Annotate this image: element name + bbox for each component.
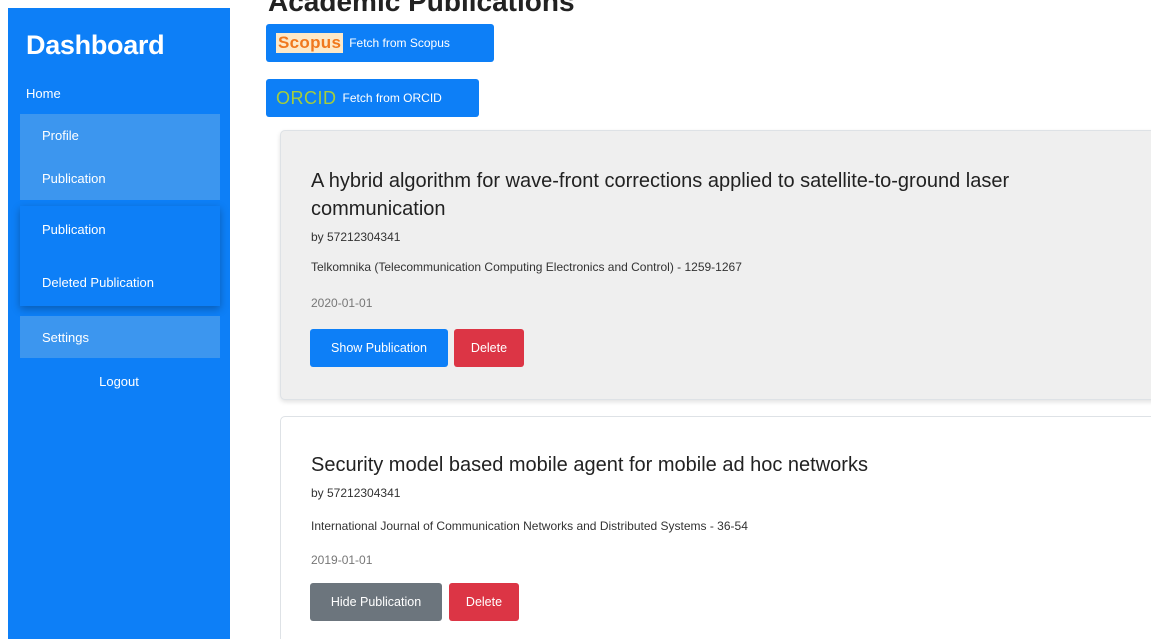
fetch-scopus-button[interactable]: Scopus Fetch from Scopus — [266, 24, 494, 62]
delete-button[interactable]: Delete — [449, 583, 519, 621]
sidebar-dropdown-menu: Publication Deleted Publication — [20, 206, 220, 306]
orcid-logo-icon: ORCID — [276, 88, 337, 108]
sidebar-item-publication-group[interactable]: Publication — [42, 171, 106, 186]
fetch-orcid-label: Fetch from ORCID — [342, 91, 442, 105]
publication-card: Security model based mobile agent for mo… — [280, 416, 1151, 639]
page-title: Academic Publications — [268, 0, 575, 17]
sidebar-item-settings[interactable]: Settings — [42, 330, 89, 345]
delete-button[interactable]: Delete — [454, 329, 524, 367]
logout-link[interactable]: Logout — [8, 374, 230, 389]
fetch-scopus-label: Fetch from Scopus — [349, 36, 450, 50]
sidebar-item-deleted-publication[interactable]: Deleted Publication — [42, 275, 154, 290]
publication-journal: Telkomnika (Telecommunication Computing … — [311, 260, 742, 274]
sidebar-brand: Dashboard — [26, 30, 165, 60]
publication-author: by 57212304341 — [311, 486, 401, 500]
fetch-orcid-button[interactable]: ORCID Fetch from ORCID — [266, 79, 479, 117]
hide-publication-button[interactable]: Hide Publication — [310, 583, 442, 621]
publication-journal: International Journal of Communication N… — [311, 519, 748, 533]
sidebar-item-publication[interactable]: Publication — [42, 222, 106, 237]
sidebar-item-profile[interactable]: Profile — [42, 128, 79, 143]
sidebar-submenu-group: Profile Publication — [20, 114, 220, 200]
sidebar-settings-box: Settings — [20, 316, 220, 358]
publication-date: 2019-01-01 — [311, 553, 373, 567]
sidebar: Dashboard Home Profile Publication Publi… — [8, 8, 230, 639]
publication-author: by 57212304341 — [311, 230, 401, 244]
show-publication-button[interactable]: Show Publication — [310, 329, 448, 367]
publication-title: A hybrid algorithm for wave-front correc… — [311, 170, 1010, 220]
sidebar-item-home[interactable]: Home — [26, 86, 61, 101]
publication-date: 2020-01-01 — [311, 296, 373, 310]
publication-title: Security model based mobile agent for mo… — [311, 454, 868, 476]
publication-card: A hybrid algorithm for wave-front correc… — [280, 130, 1151, 400]
scopus-logo-icon: Scopus — [276, 33, 344, 53]
